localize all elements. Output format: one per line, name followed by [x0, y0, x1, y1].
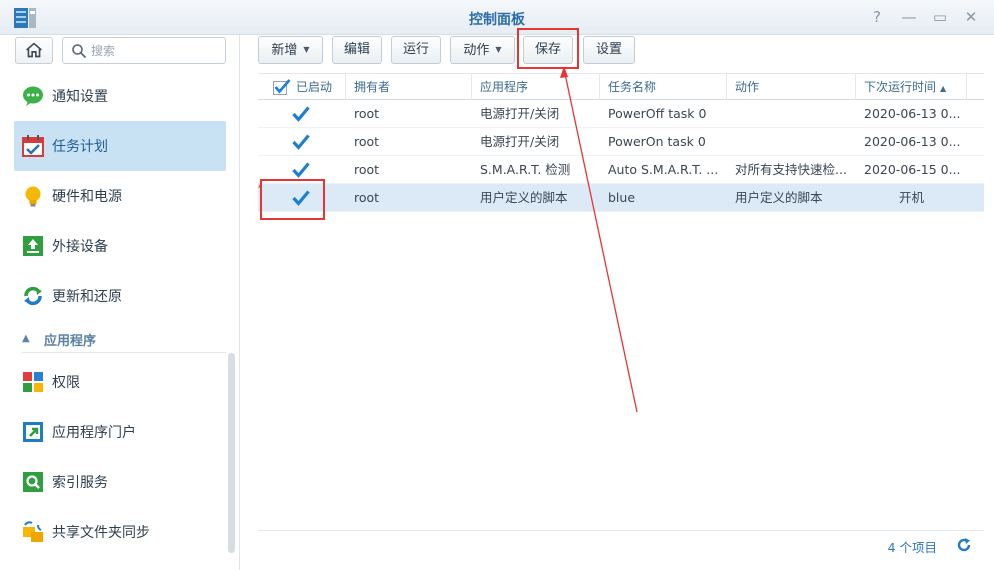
action-button[interactable]: 动作 ▼ [450, 36, 515, 64]
external-device-icon [23, 236, 43, 256]
action-cell [727, 128, 856, 156]
next-run-cell: 2020-06-13 0... [864, 106, 961, 121]
sidebar-item-label: 硬件和电源 [52, 189, 122, 205]
refresh-icon[interactable] [956, 537, 972, 553]
sort-ascending-icon: ▲ [940, 84, 947, 93]
item-count: 4 个项目 [887, 540, 937, 555]
action-cell: 对所有支持快速检... [735, 162, 847, 177]
edit-button[interactable]: 编辑 [332, 36, 382, 64]
annotation-box-checkbox [260, 179, 325, 220]
create-button[interactable]: 新增 ▼ [258, 36, 323, 64]
section-header-applications[interactable]: ▲ 应用程序 [22, 329, 226, 353]
close-icon[interactable]: ✕ [960, 6, 982, 28]
calendar-check-icon [22, 135, 44, 157]
task-name-cell: blue [608, 190, 636, 205]
create-button-label: 新增 [271, 43, 298, 58]
search-icon [72, 44, 87, 59]
sidebar-item-app-portal[interactable]: 应用程序门户 [14, 407, 226, 457]
column-application[interactable]: 应用程序 [472, 74, 600, 100]
column-action[interactable]: 动作 [727, 74, 856, 100]
task-name-cell: PowerOn task 0 [608, 134, 706, 149]
next-run-cell: 开机 [898, 190, 924, 205]
maximize-icon[interactable]: ▭ [929, 6, 951, 28]
run-button[interactable]: 运行 [391, 36, 441, 64]
help-icon[interactable]: ? [866, 6, 888, 28]
select-all-checkbox[interactable] [273, 79, 291, 95]
owner-cell: root [354, 134, 380, 149]
minimize-icon[interactable]: — [898, 6, 920, 28]
section-label: 应用程序 [44, 334, 97, 349]
table-row[interactable]: root 电源打开/关闭 PowerOff task 0 2020-06-13 … [258, 100, 984, 128]
sidebar-item-hardware-power[interactable]: 硬件和电源 [14, 171, 226, 221]
next-run-cell: 2020-06-15 0... [864, 162, 961, 177]
sidebar-item-notification[interactable]: 通知设置 [14, 71, 226, 121]
owner-cell: root [354, 162, 380, 177]
sidebar-item-external-devices[interactable]: 外接设备 [14, 221, 226, 271]
table-row[interactable]: root S.M.A.R.T. 检测 Auto S.M.A.R.T. ... 对… [258, 156, 984, 184]
sidebar-scrollbar[interactable] [228, 353, 235, 553]
application-cell: 用户定义的脚本 [480, 190, 568, 205]
grid-footer: 4 个项目 [258, 530, 984, 560]
grid-header: 已启动 拥有者 应用程序 任务名称 动作 下次运行时间 ▲ [258, 73, 984, 100]
sidebar-item-indexing-service[interactable]: 索引服务 [14, 457, 226, 507]
sidebar-item-label: 外接设备 [52, 239, 108, 255]
app-portal-icon [23, 422, 43, 442]
sidebar-item-label: 共享文件夹同步 [52, 525, 150, 541]
sidebar-item-task-scheduler[interactable]: 任务计划 [14, 121, 226, 171]
index-search-icon [23, 472, 43, 492]
owner-cell: root [354, 106, 380, 121]
sidebar-item-label: 应用程序门户 [52, 425, 136, 441]
sidebar-item-update-restore[interactable]: 更新和还原 [14, 271, 226, 321]
owner-cell: root [354, 190, 380, 205]
column-enabled[interactable]: 已启动 [258, 74, 346, 100]
task-name-cell: PowerOff task 0 [608, 106, 707, 121]
window-title: 控制面板 [469, 12, 525, 28]
sidebar-item-shared-folder-sync[interactable]: 共享文件夹同步 [14, 507, 226, 557]
sidebar-item-label: 任务计划 [52, 139, 108, 155]
enabled-checkbox[interactable] [292, 134, 310, 150]
column-label: 已启动 [296, 80, 333, 94]
sidebar-item-label: 通知设置 [52, 89, 108, 105]
application-cell: 电源打开/关闭 [480, 106, 560, 121]
home-icon [26, 42, 42, 58]
table-row[interactable]: root 电源打开/关闭 PowerOn task 0 2020-06-13 0… [258, 128, 984, 156]
action-button-label: 动作 [463, 43, 490, 58]
refresh-icon [24, 286, 42, 306]
sidebar: 通知设置 任务计划 硬件和电源 外接设备 更 [0, 35, 240, 570]
action-cell [727, 100, 856, 128]
dropdown-arrow-icon: ▼ [303, 45, 310, 54]
privileges-icon [23, 372, 43, 392]
title-bar: 控制面板 ? — ▭ ✕ [0, 0, 994, 35]
sidebar-item-label: 权限 [52, 375, 80, 391]
application-cell: 电源打开/关闭 [480, 134, 560, 149]
chevron-up-icon: ▲ [22, 333, 30, 344]
application-cell: S.M.A.R.T. 检测 [480, 162, 571, 177]
lightbulb-icon [25, 186, 41, 207]
table-row-selected[interactable]: root 用户定义的脚本 blue 用户定义的脚本 开机 [258, 184, 984, 212]
dropdown-arrow-icon: ▼ [495, 45, 502, 54]
column-label: 下次运行时间 [864, 80, 937, 94]
next-run-cell: 2020-06-13 0... [864, 134, 961, 149]
settings-button[interactable]: 设置 [583, 36, 635, 64]
task-name-cell: Auto S.M.A.R.T. ... [608, 162, 719, 177]
folder-sync-icon [23, 521, 43, 542]
sidebar-item-label: 索引服务 [52, 475, 108, 491]
action-cell: 用户定义的脚本 [735, 190, 823, 205]
home-button[interactable] [15, 37, 53, 64]
column-task-name[interactable]: 任务名称 [600, 74, 727, 100]
task-grid: 已启动 拥有者 应用程序 任务名称 动作 下次运行时间 ▲ root 电源打开/关… [258, 73, 984, 531]
search-input[interactable] [91, 41, 219, 60]
search-box[interactable] [62, 37, 226, 64]
sidebar-item-label: 更新和还原 [52, 289, 122, 305]
chat-bubble-icon [23, 86, 43, 106]
annotation-box-save [517, 28, 579, 69]
column-owner[interactable]: 拥有者 [346, 74, 472, 100]
sidebar-item-privileges[interactable]: 权限 [14, 357, 226, 407]
enabled-checkbox[interactable] [292, 106, 310, 122]
column-next-run[interactable]: 下次运行时间 ▲ [856, 74, 967, 100]
enabled-checkbox[interactable] [292, 162, 310, 178]
